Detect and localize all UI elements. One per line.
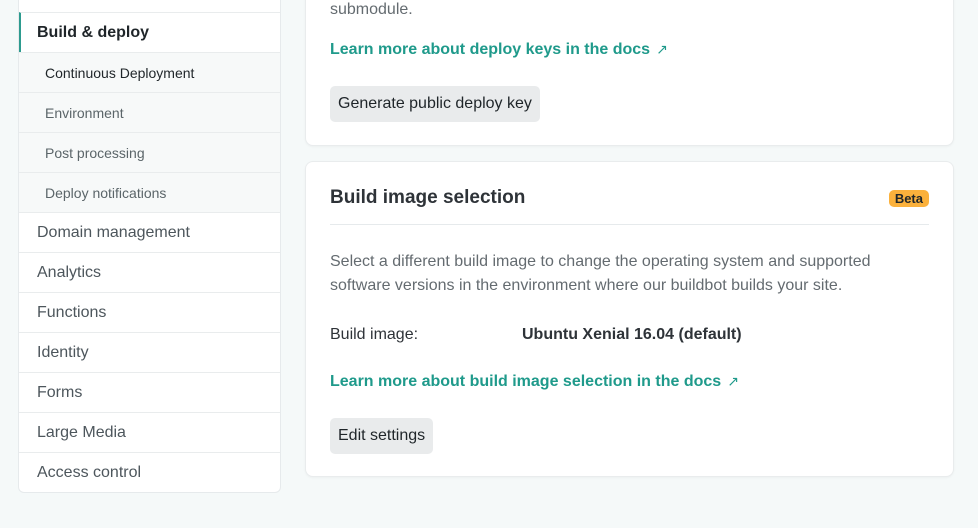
beta-badge: Beta bbox=[888, 190, 929, 207]
sidebar-subitem-label: Continuous Deployment bbox=[45, 64, 195, 81]
sidebar-item-forms[interactable]: Forms bbox=[19, 372, 280, 412]
card-title: Build image selection bbox=[330, 187, 526, 208]
sidebar-subitem-label: Deploy notifications bbox=[45, 184, 167, 201]
sidebar-item-label: Access control bbox=[37, 463, 142, 481]
build-image-value: Ubuntu Xenial 16.04 (default) bbox=[522, 326, 742, 343]
build-image-description: Select a different build image to change… bbox=[330, 253, 871, 294]
generate-deploy-key-button[interactable]: Generate public deploy key bbox=[330, 86, 540, 122]
settings-sidebar: Build & deploy Continuous Deployment Env… bbox=[18, 0, 281, 493]
deploy-keys-docs-link[interactable]: Learn more about deploy keys in the docs… bbox=[330, 41, 668, 59]
deploy-keys-card: submodule. Learn more about deploy keys … bbox=[305, 0, 954, 146]
sidebar-item-access-control[interactable]: Access control bbox=[19, 452, 280, 492]
deploy-keys-text: submodule. bbox=[330, 1, 413, 18]
sidebar-item-label: Domain management bbox=[37, 223, 190, 241]
sidebar-item-label: Analytics bbox=[37, 263, 102, 281]
sidebar-item-analytics[interactable]: Analytics bbox=[19, 252, 280, 292]
sidebar-subitem-environment[interactable]: Environment bbox=[19, 92, 280, 132]
card-divider bbox=[330, 224, 929, 225]
build-image-label: Build image: bbox=[330, 326, 419, 343]
sidebar-subitem-continuous-deployment[interactable]: Continuous Deployment bbox=[19, 52, 280, 92]
sidebar-subitem-post-processing[interactable]: Post processing bbox=[19, 132, 280, 172]
edit-settings-button[interactable]: Edit settings bbox=[330, 418, 434, 454]
external-arrow-icon: ↗ bbox=[727, 373, 739, 389]
sidebar-item-label: Functions bbox=[37, 303, 107, 321]
sidebar-item-label: Build & deploy bbox=[37, 23, 149, 41]
sidebar-item-label: Large Media bbox=[37, 423, 126, 441]
build-image-card: Build image selection Beta Select a diff… bbox=[305, 161, 954, 477]
sidebar-item-label: Identity bbox=[37, 343, 89, 361]
sidebar-item-label: Forms bbox=[37, 383, 83, 401]
sidebar-item-build-deploy[interactable]: Build & deploy bbox=[19, 12, 280, 52]
sidebar-item-identity[interactable]: Identity bbox=[19, 332, 280, 372]
sidebar-subitem-label: Environment bbox=[45, 104, 124, 121]
sidebar-subitem-label: Post processing bbox=[45, 144, 145, 161]
sidebar-item-domain-management[interactable]: Domain management bbox=[19, 212, 280, 252]
sidebar-subitem-deploy-notifications[interactable]: Deploy notifications bbox=[19, 172, 280, 212]
deploy-keys-docs-link-label: Learn more about deploy keys in the docs bbox=[330, 41, 651, 58]
sidebar-item-functions[interactable]: Functions bbox=[19, 292, 280, 332]
external-arrow-icon: ↗ bbox=[656, 41, 668, 57]
build-image-docs-link-label: Learn more about build image selection i… bbox=[330, 373, 722, 390]
build-image-docs-link[interactable]: Learn more about build image selection i… bbox=[330, 373, 739, 391]
sidebar-item-large-media[interactable]: Large Media bbox=[19, 412, 280, 452]
